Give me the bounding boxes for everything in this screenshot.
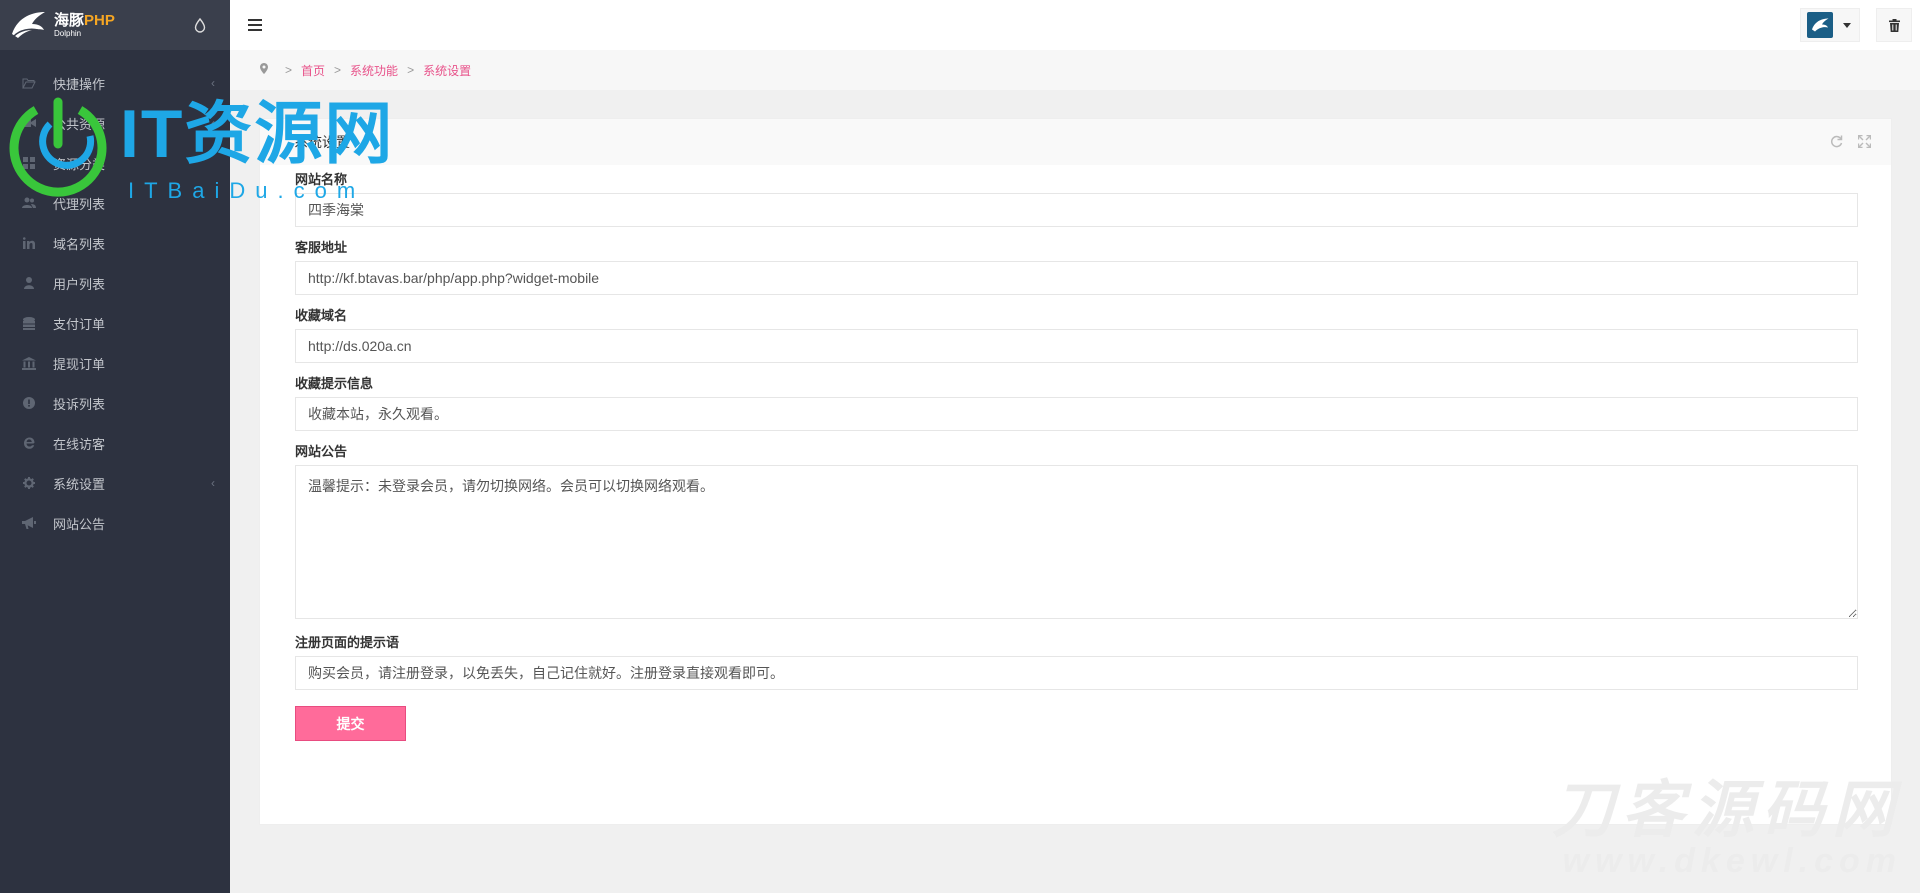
sidebar-item-payment-orders[interactable]: 支付订单 [0,303,230,343]
sidebar-item-complaint-list[interactable]: 投诉列表 [0,383,230,423]
panel-tools [1829,134,1871,148]
bookmark-tip-field-group: 收藏提示信息 [295,377,1858,431]
brand-header: 海豚PHP Dolphin [0,0,230,50]
bookmark-tip-input[interactable] [295,397,1858,431]
video-camera-icon [22,116,36,130]
sidebar-item-resource-categories[interactable]: 资源分类 [0,143,230,183]
sidebar-item-label: 公共资源 [53,116,106,132]
bookmark-domain-field-group: 收藏域名 [295,309,1858,363]
sidebar-item-site-announcement[interactable]: 网站公告 [0,503,230,543]
sidebar: 海豚PHP Dolphin 快捷操作 ‹ 公共资源 ‹ 资源分类 代理列表 域名… [0,0,230,893]
users-icon [22,196,36,210]
chevron-left-icon: ‹ [211,476,215,490]
breadcrumb-system-functions-link[interactable]: 系统功能 [350,62,398,79]
refresh-icon[interactable] [1829,134,1843,148]
submit-button[interactable]: 提交 [295,706,406,741]
settings-panel: 系统设置 网站名称 客服地址 收藏域名 收藏提示信息 网站公告 [259,118,1892,825]
breadcrumb-separator: > [285,63,293,77]
sidebar-item-online-visitors[interactable]: 在线访客 [0,423,230,463]
panel-title: 系统设置 [294,134,350,150]
brand-name-cn: 海豚 [54,11,85,29]
site-name-input[interactable] [295,193,1858,227]
bookmark-domain-label: 收藏域名 [295,308,348,323]
user-menu-button[interactable] [1800,8,1860,42]
folder-open-icon [22,76,36,90]
breadcrumb-home-link[interactable]: 首页 [301,62,325,79]
sidebar-item-quick-ops[interactable]: 快捷操作 ‹ [0,63,230,103]
service-url-input[interactable] [295,261,1858,295]
sidebar-item-label: 快捷操作 [53,76,106,92]
menu-toggle-icon[interactable] [246,16,264,34]
dolphin-logo-icon[interactable] [8,8,48,42]
database-icon [22,316,36,330]
sidebar-item-label: 网站公告 [53,516,106,532]
user-icon [22,276,36,290]
breadcrumb: > 首页 > 系统功能 > 系统设置 [230,50,1920,90]
grid-icon [22,156,36,170]
announcement-label: 网站公告 [295,444,348,459]
breadcrumb-system-settings-link[interactable]: 系统设置 [423,62,471,79]
service-url-label: 客服地址 [295,240,348,255]
register-tip-field-group: 注册页面的提示语 [295,636,1858,690]
sidebar-item-label: 提现订单 [53,356,106,372]
avatar [1807,12,1833,38]
trash-icon [1888,18,1900,32]
sidebar-item-withdraw-orders[interactable]: 提现订单 [0,343,230,383]
sidebar-item-label: 用户列表 [53,276,106,292]
settings-form: 网站名称 客服地址 收藏域名 收藏提示信息 网站公告 温馨提示：未登录会员，请勿… [295,173,1858,741]
sidebar-nav: 快捷操作 ‹ 公共资源 ‹ 资源分类 代理列表 域名列表 用户列表 支付订单 提… [0,63,230,543]
sidebar-item-label: 代理列表 [53,196,106,212]
register-tip-input[interactable] [295,656,1858,690]
sidebar-item-domain-list[interactable]: 域名列表 [0,223,230,263]
sidebar-item-label: 系统设置 [53,476,106,492]
breadcrumb-separator: > [407,63,415,77]
bookmark-tip-label: 收藏提示信息 [295,376,374,391]
bank-icon [22,356,36,370]
sidebar-item-label: 支付订单 [53,316,106,332]
sidebar-item-label: 投诉列表 [53,396,106,412]
announcement-field-group: 网站公告 温馨提示：未登录会员，请勿切换网络。会员可以切换网络观看。 [295,445,1858,622]
bullhorn-icon [22,516,36,530]
clear-cache-button[interactable] [1876,8,1912,42]
brand-name-php: PHP [84,11,115,29]
sidebar-item-public-resources[interactable]: 公共资源 ‹ [0,103,230,143]
sidebar-item-label: 在线访客 [53,436,106,452]
caret-down-icon [1843,22,1851,28]
gear-icon [22,476,36,490]
sidebar-item-user-list[interactable]: 用户列表 [0,263,230,303]
ie-icon [22,436,36,450]
breadcrumb-separator: > [334,63,342,77]
announcement-textarea[interactable]: 温馨提示：未登录会员，请勿切换网络。会员可以切换网络观看。 [295,465,1858,619]
service-url-field-group: 客服地址 [295,241,1858,295]
site-name-label: 网站名称 [295,172,348,187]
brand-name-en: Dolphin [54,28,82,38]
sidebar-item-label: 资源分类 [53,156,106,172]
chevron-left-icon: ‹ [211,116,215,130]
map-marker-icon [260,63,268,77]
panel-header: 系统设置 [260,119,1891,165]
top-bar [230,0,1920,50]
chevron-left-icon: ‹ [211,76,215,90]
fullscreen-icon[interactable] [1857,134,1871,148]
site-name-field-group: 网站名称 [295,173,1858,227]
exclamation-circle-icon [22,396,36,410]
sidebar-item-system-settings[interactable]: 系统设置 ‹ [0,463,230,503]
bookmark-domain-input[interactable] [295,329,1858,363]
linkedin-icon [22,236,36,250]
sidebar-item-agent-list[interactable]: 代理列表 [0,183,230,223]
theme-drop-icon[interactable] [192,17,208,33]
dk-watermark-url: www.dkewl.com [1562,842,1902,880]
register-tip-label: 注册页面的提示语 [295,635,400,650]
sidebar-item-label: 域名列表 [53,236,106,252]
